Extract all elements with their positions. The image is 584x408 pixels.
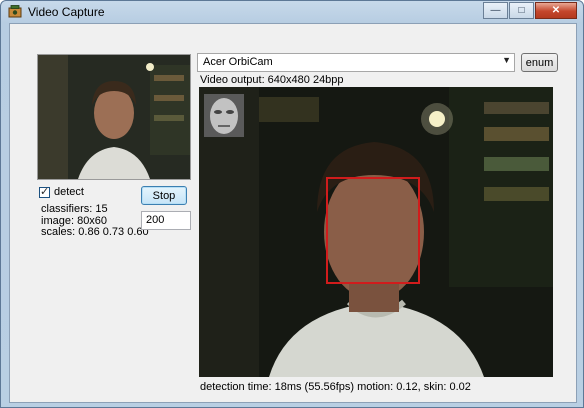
- threshold-input[interactable]: 200: [141, 211, 191, 230]
- detect-checkbox[interactable]: [39, 185, 50, 198]
- preview-image: [38, 55, 190, 179]
- title-bar[interactable]: Video Capture — □ ✕: [1, 1, 583, 23]
- video-output-info: Video output: 640x480 24bpp: [200, 74, 344, 86]
- preview-thumbnail: [37, 54, 191, 180]
- status-line: detection time: 18ms (55.56fps) motion: …: [200, 381, 471, 393]
- chevron-down-icon[interactable]: ▼: [502, 55, 511, 65]
- maximize-button[interactable]: □: [509, 2, 534, 19]
- close-button[interactable]: ✕: [535, 2, 577, 19]
- maximize-icon: □: [518, 4, 525, 16]
- window-title: Video Capture: [28, 5, 105, 19]
- video-feed: [199, 87, 553, 377]
- stop-button[interactable]: Stop: [141, 186, 187, 205]
- enum-button[interactable]: enum: [521, 53, 558, 72]
- client-area: detect classifiers: 15 image: 80x60 scal…: [9, 23, 577, 403]
- classifier-stats: classifiers: 15 image: 80x60 scales: 0.8…: [41, 203, 149, 239]
- minimize-button[interactable]: —: [483, 2, 508, 19]
- device-select-value: Acer OrbiCam: [203, 56, 273, 68]
- scales-values: scales: 0.86 0.73 0.60: [41, 226, 149, 238]
- detected-face-thumbnail: [204, 94, 244, 137]
- detect-checkbox-row[interactable]: detect: [39, 185, 84, 198]
- detect-label: detect: [54, 186, 84, 198]
- close-icon: ✕: [551, 4, 561, 16]
- classifiers-count: classifiers: 15: [41, 203, 108, 215]
- video-capture-window: Video Capture — □ ✕ detect: [0, 0, 584, 408]
- face-detection-box: [326, 177, 420, 284]
- webcam-app-icon: [8, 5, 22, 18]
- minimize-icon: —: [490, 4, 501, 16]
- device-select[interactable]: Acer OrbiCam ▼: [197, 53, 515, 72]
